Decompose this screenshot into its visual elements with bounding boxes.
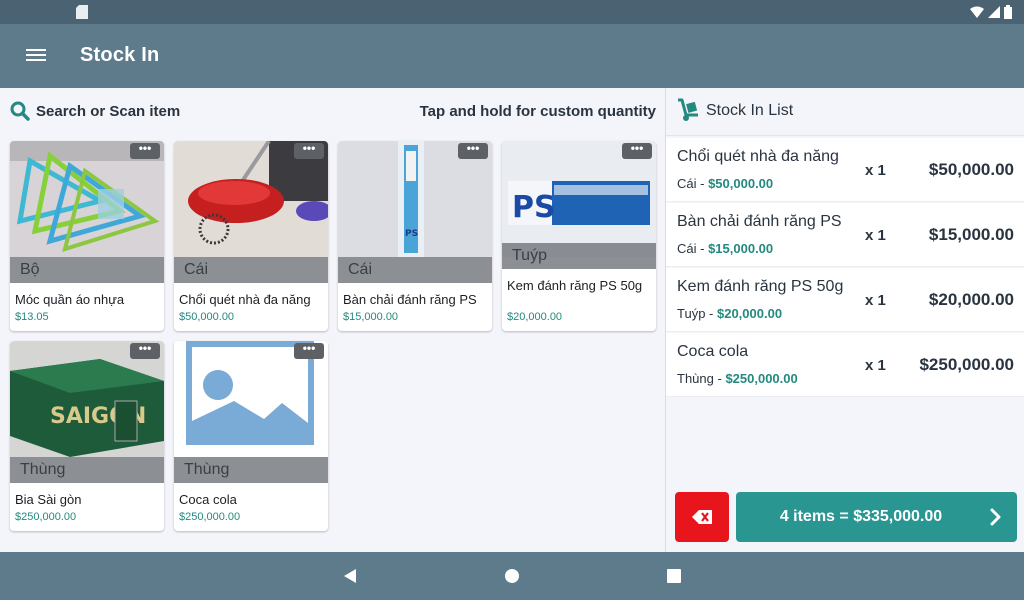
checkout-summary: 4 items = $335,000.00: [779, 508, 943, 525]
status-bar: [0, 0, 1024, 24]
chevron-right-icon: [990, 508, 1001, 526]
product-name: Bàn chải đánh răng PS: [343, 292, 477, 307]
checkout-button[interactable]: 4 items = $335,000.00: [736, 492, 1017, 542]
item-quantity: x 1: [865, 227, 886, 244]
product-name: Coca cola: [179, 492, 237, 507]
product-price: $20,000.00: [507, 311, 563, 323]
status-icons: [970, 5, 1012, 19]
item-total: $20,000.00: [928, 290, 1014, 309]
wifi-icon: [970, 6, 984, 18]
system-nav-bar: [0, 552, 1024, 600]
item-name: Chổi quét nhà đa năng: [677, 148, 839, 165]
list-header: Stock In List: [666, 88, 1024, 136]
product-price: $50,000.00: [179, 311, 235, 323]
list-item[interactable]: Chổi quét nhà đa năng Cái - $50,000.00 x…: [666, 138, 1024, 202]
more-options-button[interactable]: •••: [458, 142, 488, 159]
item-name: Kem đánh răng PS 50g: [677, 278, 844, 295]
item-total: $15,000.00: [928, 225, 1014, 244]
product-panel: Search or Scan item Tap and hold for cus…: [0, 88, 665, 552]
back-icon[interactable]: [342, 568, 358, 584]
product-card[interactable]: ••• Bộ Móc quần áo nhựa $13.05: [10, 141, 164, 331]
product-name: Chổi quét nhà đa năng: [179, 292, 311, 307]
more-options-button[interactable]: •••: [130, 142, 160, 159]
search-label: Search or Scan item: [36, 102, 181, 120]
product-price: $250,000.00: [15, 511, 77, 523]
search-icon: [10, 101, 30, 121]
signal-icon: [988, 6, 1000, 18]
unit-label: Tuýp: [502, 243, 656, 269]
item-quantity: x 1: [865, 292, 886, 309]
product-card[interactable]: ••• Thùng Coca cola $250,000.00: [174, 341, 328, 531]
list-item[interactable]: Bàn chải đánh răng PS Cái - $15,000.00 x…: [666, 203, 1024, 267]
more-options-button[interactable]: •••: [130, 342, 160, 359]
product-name: Bia Sài gòn: [15, 492, 82, 507]
product-name: Móc quần áo nhựa: [15, 292, 125, 307]
item-unit-price: Thùng - $250,000.00: [677, 371, 798, 386]
app-bar: Stock In: [0, 24, 1024, 88]
more-options-button[interactable]: •••: [294, 142, 324, 159]
menu-button[interactable]: [22, 46, 50, 66]
unit-label: Cái: [174, 257, 328, 283]
product-price: $250,000.00: [179, 511, 241, 523]
page-title: Stock In: [80, 44, 160, 66]
list-item[interactable]: Kem đánh răng PS 50g Tuýp - $20,000.00 x…: [666, 268, 1024, 332]
home-icon[interactable]: [505, 569, 519, 583]
item-quantity: x 1: [865, 357, 886, 374]
unit-label: Cái: [338, 257, 492, 283]
sd-card-icon: [76, 5, 88, 19]
recent-apps-icon[interactable]: [667, 569, 681, 583]
stock-in-list-panel: Stock In List Chổi quét nhà đa năng Cái …: [665, 88, 1024, 552]
list-title: Stock In List: [706, 102, 794, 119]
more-options-button[interactable]: •••: [294, 342, 324, 359]
hamburger-icon: [26, 49, 46, 51]
product-price: $13.05: [15, 311, 49, 323]
item-quantity: x 1: [865, 162, 886, 179]
item-name: Coca cola: [677, 343, 749, 360]
unit-label: Bộ: [10, 257, 164, 283]
product-name: Kem đánh răng PS 50g: [507, 278, 643, 293]
unit-label: Thùng: [174, 457, 328, 483]
product-price: $15,000.00: [343, 311, 399, 323]
svg-text:PS: PS: [512, 190, 556, 225]
backspace-x-icon: [692, 510, 712, 524]
item-total: $50,000.00: [928, 160, 1014, 179]
clear-list-button[interactable]: [675, 492, 729, 542]
hand-truck-icon: [678, 98, 698, 121]
unit-label: Thùng: [10, 457, 164, 483]
item-unit-price: Cái - $50,000.00: [677, 176, 774, 191]
svg-text:PS: PS: [405, 229, 418, 239]
item-unit-price: Tuýp - $20,000.00: [677, 306, 783, 321]
list-item[interactable]: Coca cola Thùng - $250,000.00 x 1 $250,0…: [666, 333, 1024, 397]
product-card[interactable]: SAIGON ••• Thùng Bia Sài gòn $250,000.00: [10, 341, 164, 531]
item-name: Bàn chải đánh răng PS: [677, 213, 842, 230]
search-row: Search or Scan item Tap and hold for cus…: [10, 98, 656, 124]
product-card[interactable]: PS ••• Cái Bàn chải đánh răng PS $15,000…: [338, 141, 492, 331]
item-unit-price: Cái - $15,000.00: [677, 241, 774, 256]
quantity-hint: Tap and hold for custom quantity: [419, 102, 656, 120]
product-card[interactable]: ••• Cái Chổi quét nhà đa năng $50,000.00: [174, 141, 328, 331]
item-total: $250,000.00: [919, 355, 1014, 374]
product-card[interactable]: PS ••• Tuýp Kem đánh răng PS 50g $20,000…: [502, 141, 656, 331]
more-options-button[interactable]: •••: [622, 142, 652, 159]
battery-icon: [1004, 5, 1012, 19]
search-button[interactable]: Search or Scan item: [10, 101, 180, 121]
